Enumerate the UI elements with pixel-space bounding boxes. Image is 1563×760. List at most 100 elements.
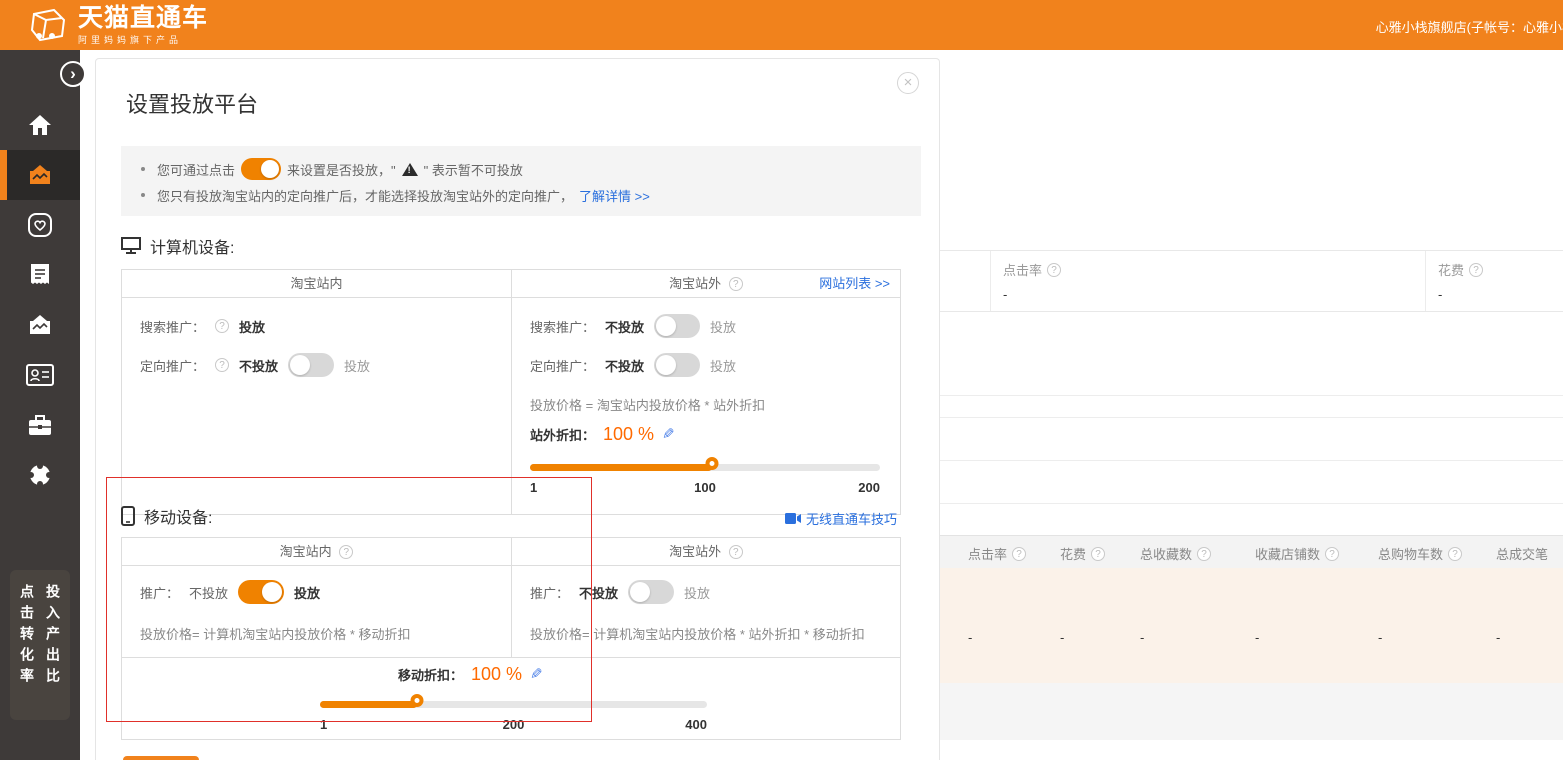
tips-box: 您可通过点击 来设置是否投放，" " 表示暂不可投放 您只有投放淘宝站内的定向推…	[121, 146, 921, 216]
column-header[interactable]: 总收藏数	[1140, 544, 1192, 563]
divider	[900, 503, 1563, 504]
discount-label: 站外折扣：	[530, 425, 595, 444]
app-logo[interactable]: 天猫直通车 阿里妈妈旗下产品	[26, 5, 208, 46]
tip-line-1: 您可通过点击 来设置是否投放，" " 表示暂不可投放	[141, 157, 901, 181]
status-text: 投放	[294, 583, 320, 602]
sidebar-item-account-card[interactable]	[0, 350, 80, 400]
price-formula: 投放价格= 计算机淘宝站内投放价格 * 站外折扣 * 移动折扣	[530, 624, 882, 643]
site-list-link[interactable]: 网站列表 >>	[819, 270, 890, 298]
picture-chart-icon	[27, 312, 53, 338]
computer-icon	[121, 237, 141, 255]
sidebar-item-favorites[interactable]	[0, 200, 80, 250]
help-icon[interactable]	[215, 319, 229, 333]
column-header[interactable]: 总购物车数	[1378, 544, 1443, 563]
mobile-onsite-cell: 推广： 不投放 投放 投放价格= 计算机淘宝站内投放价格 * 移动折扣	[122, 566, 511, 657]
divider	[900, 460, 1563, 461]
metric-click-conversion: 点击转化率	[17, 584, 37, 720]
mobile-onsite-toggle[interactable]	[238, 580, 284, 604]
edit-pencil-icon[interactable]	[530, 665, 543, 683]
mobile-offsite-toggle[interactable]	[628, 580, 674, 604]
toggle-on-label: 投放	[344, 356, 370, 375]
mobile-discount-row: 移动折扣： 100 % 1 200 400	[122, 657, 900, 739]
tip-text: " 表示暂不可投放	[424, 160, 523, 179]
bullet-icon	[141, 193, 145, 197]
offsite-discount-slider[interactable]	[530, 457, 880, 477]
slider-handle[interactable]	[410, 694, 423, 707]
slider-handle[interactable]	[706, 457, 719, 470]
offsite-discount-line: 站外折扣： 100 %	[530, 424, 882, 445]
sidebar-metrics-panel[interactable]: 点击转化率 投入产出比	[10, 570, 70, 720]
warning-icon	[402, 163, 418, 176]
row-label: 定向推广：	[530, 356, 595, 375]
stats-summary-row: 点击率 - 花费 -	[900, 250, 1563, 312]
stat-value: -	[1003, 287, 1425, 302]
col-taobao-offsite: 淘宝站外 网站列表 >>	[511, 270, 900, 298]
sidebar-item-campaign-active[interactable]	[0, 150, 80, 200]
sidebar-item-creative[interactable]	[0, 300, 80, 350]
help-icon[interactable]	[1469, 263, 1483, 277]
divider	[900, 417, 1563, 418]
help-icon[interactable]	[1448, 547, 1462, 561]
search-offsite-toggle[interactable]	[654, 314, 700, 338]
mobile-table-header: 淘宝站内 淘宝站外	[122, 538, 900, 566]
toggle-off-label: 不投放	[189, 583, 228, 602]
app-window: 点击率 - 花费 - 点击率 花费 总收藏数 收藏店铺数 总购物车数 总成交笔 …	[0, 0, 1563, 760]
col-taobao-offsite: 淘宝站外	[511, 538, 900, 566]
discount-value: 100 %	[603, 424, 654, 445]
stat-label: 点击率	[1003, 260, 1042, 279]
sidebar-item-user[interactable]	[0, 450, 80, 500]
close-icon[interactable]	[897, 72, 919, 94]
computer-section-header: 计算机设备:	[121, 234, 234, 258]
expand-sidebar-button[interactable]	[60, 61, 86, 87]
video-camera-icon	[785, 513, 801, 524]
promo-row: 推广： 不投放 投放	[530, 580, 882, 604]
price-formula: 投放价格= 计算机淘宝站内投放价格 * 移动折扣	[140, 624, 493, 643]
scale-max: 200	[858, 480, 880, 495]
help-icon[interactable]	[1197, 547, 1211, 561]
help-icon[interactable]	[1047, 263, 1061, 277]
status-text: 不投放	[239, 356, 278, 375]
sidebar-item-tools[interactable]	[0, 400, 80, 450]
help-icon[interactable]	[1325, 547, 1339, 561]
column-header[interactable]: 收藏店铺数	[1255, 544, 1320, 563]
sidebar-item-home[interactable]	[0, 100, 80, 150]
confirm-button[interactable]	[123, 756, 199, 760]
wireless-tips-link[interactable]: 无线直通车技巧	[785, 509, 897, 528]
status-text: 不投放	[605, 317, 644, 336]
help-icon[interactable]	[1091, 547, 1105, 561]
modal-title: 设置投放平台	[126, 87, 258, 119]
mobile-section-header: 移动设备:	[121, 504, 212, 528]
tip-text: 您只有投放淘宝站内的定向推广后，才能选择投放淘宝站外的定向推广，	[157, 186, 573, 205]
sidebar-item-report[interactable]	[0, 250, 80, 300]
edit-pencil-icon[interactable]	[662, 425, 675, 443]
column-header[interactable]: 总成交笔	[1496, 544, 1548, 563]
column-header[interactable]: 点击率	[968, 544, 1007, 563]
targeted-onsite-toggle[interactable]	[288, 353, 334, 377]
row-label: 搜索推广：	[530, 317, 595, 336]
help-icon[interactable]	[729, 277, 743, 291]
row-label: 推广：	[530, 583, 569, 602]
col-taobao-onsite: 淘宝站内	[122, 270, 511, 298]
help-icon[interactable]	[1012, 547, 1026, 561]
status-text: 不投放	[605, 356, 644, 375]
heart-icon	[27, 212, 53, 238]
metrics-table-header: 点击率 花费 总收藏数 收藏店铺数 总购物车数 总成交笔	[900, 535, 1563, 568]
targeted-offsite-toggle[interactable]	[654, 353, 700, 377]
metrics-table-row-empty	[900, 683, 1563, 740]
phone-icon	[121, 506, 135, 526]
scale-mid: 100	[694, 480, 716, 495]
help-icon[interactable]	[215, 358, 229, 372]
metrics-table-row: - - - - - -	[900, 568, 1563, 683]
report-list-icon	[28, 262, 52, 288]
train-logo-icon	[26, 6, 70, 46]
discount-value: 100 %	[471, 664, 522, 685]
campaign-icon	[27, 162, 53, 188]
account-name[interactable]: 心雅小栈旗舰店(子帐号：心雅小栈	[1376, 17, 1563, 36]
column-header[interactable]: 花费	[1060, 544, 1086, 563]
help-icon[interactable]	[339, 545, 353, 559]
help-icon[interactable]	[729, 545, 743, 559]
mobile-offsite-cell: 推广： 不投放 投放 投放价格= 计算机淘宝站内投放价格 * 站外折扣 * 移动…	[511, 566, 900, 657]
scale-min: 1	[530, 480, 537, 495]
mobile-discount-slider[interactable]	[320, 694, 707, 714]
learn-more-link[interactable]: 了解详情 >>	[579, 186, 650, 205]
